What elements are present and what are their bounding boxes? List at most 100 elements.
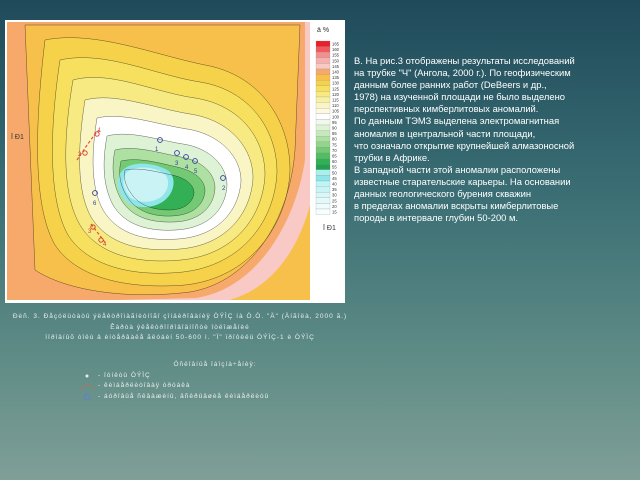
scale-swatch — [315, 130, 331, 137]
scale-swatch — [315, 180, 331, 187]
scale-tick-label: 95 — [332, 120, 337, 125]
legend-label: - êèìáåðëèòîâàÿ òðóáêà — [98, 382, 191, 389]
scale-tick-label: 135 — [332, 75, 340, 80]
description-line: на трубке "Ч" (Ангола, 2000 г.). По геоф… — [354, 67, 571, 79]
scale-swatch — [315, 147, 331, 154]
description-line: аномалия в центральной части площади, — [354, 127, 536, 139]
description-line: 1978) на изученной площади не было выдел… — [354, 91, 565, 103]
scale-tick-label: 35 — [332, 187, 337, 192]
scale-unit-label: ä % — [317, 27, 329, 34]
scale-tick-label: 15 — [332, 210, 337, 215]
description-line: перспективных кимберлитовых аномалий. — [354, 103, 539, 115]
scale-tick-label: 30 — [332, 193, 337, 198]
slide: 1 3 4 5 2 6 1 2 3 4 165 160 155 150 145 140 13… — [0, 0, 640, 480]
scale-swatch — [315, 141, 331, 148]
description-line: известные старательские карьеры. На осно… — [354, 175, 571, 187]
scale-tick-label: 160 — [332, 47, 340, 52]
description-line: трубки в Африке. — [354, 151, 430, 163]
scale-swatch — [315, 192, 331, 198]
scale-tick-label: 50 — [332, 170, 337, 175]
scale-tick-label: 150 — [332, 58, 340, 63]
scale-swatch — [315, 63, 331, 70]
scale-swatch — [315, 197, 331, 204]
scale-swatch — [315, 119, 331, 126]
scale-tick-label: 120 — [332, 92, 340, 97]
dot-icon — [85, 374, 89, 377]
scale-tick-label: 65 — [332, 154, 337, 159]
scale-tick-label: 165 — [332, 42, 340, 47]
scale-swatch — [315, 158, 331, 165]
scale-swatch — [315, 186, 331, 193]
scale-tick-label: 155 — [332, 53, 340, 58]
caption-line: ïîðîäíûõ òîëù â èíòåðâàëå ãëóáèí 50-600 … — [45, 334, 315, 341]
profile-label-left: Ï Ð1 — [11, 134, 24, 141]
scale-swatch — [315, 108, 331, 114]
scale-swatch — [315, 113, 331, 120]
scale-tick-label: 90 — [332, 126, 337, 131]
scale-swatch — [315, 85, 331, 92]
scale-tick-label: 60 — [332, 159, 337, 164]
scale-swatch — [315, 52, 331, 58]
description-line: в пределах аномалии вскрыты кимберлитовы… — [354, 200, 559, 212]
scale-swatch — [315, 175, 331, 182]
scale-swatch — [315, 102, 331, 109]
scale-tick-label: 140 — [332, 70, 340, 75]
scale-swatch — [315, 68, 331, 75]
scale-tick-label: 70 — [332, 148, 337, 153]
scale-swatch — [315, 164, 331, 170]
scale-tick-label: 110 — [332, 103, 339, 108]
scale-tick-label: 115 — [332, 98, 339, 103]
description-line: данным более ранних работ (DeBeers и др.… — [354, 79, 547, 91]
scale-swatch — [315, 80, 331, 86]
circle-icon — [83, 393, 91, 400]
legend-item-points: - ïóíêòû ÒÝÌÇ — [80, 371, 350, 382]
scale-tick-label: 145 — [332, 64, 340, 69]
legend-heading: Óñëîâíûå îáîçíà÷åíèÿ: — [173, 361, 257, 368]
scale-swatch — [315, 169, 331, 176]
scale-tick-label: 105 — [332, 109, 340, 114]
scale-swatch — [315, 203, 331, 210]
legend-item-pipe: - êèìáåðëèòîâàÿ òðóáêà — [80, 381, 350, 392]
description-line: данных геологического бурения скважин — [354, 188, 532, 200]
scale-swatch — [315, 57, 331, 64]
scale-swatch — [315, 96, 331, 103]
dashed-outline-icon — [80, 384, 94, 390]
description-line: По данным ТЭМЗ выделена электромагнитная — [354, 115, 560, 127]
scale-tick-label: 45 — [332, 176, 337, 181]
scale-tick-label: 40 — [332, 182, 337, 187]
caption-line: Ðèñ. 3. Ðåçóëüòàòû ýëåêòðîìàãíèòíîãî çîí… — [12, 313, 348, 320]
contour-map-graphic: 1 3 4 5 2 6 1 2 3 4 16516015515014514013… — [7, 22, 340, 300]
scale-tick-label: 25 — [332, 198, 337, 203]
scale-tick-label: 85 — [332, 131, 337, 136]
scale-swatch — [315, 208, 331, 215]
scale-swatch — [315, 74, 331, 81]
scale-swatch — [315, 91, 331, 98]
legend-label: - ïóíêòû ÒÝÌÇ — [98, 371, 151, 379]
scale-tick-label: 20 — [332, 204, 337, 209]
figure-caption: Ðèñ. 3. Ðåçóëüòàòû ýëåêòðîìàãíèòíîãî çîí… — [10, 312, 350, 344]
scale-swatch — [315, 40, 331, 47]
scale-swatch — [315, 124, 331, 131]
description-line: В западной части этой аномалии расположе… — [354, 163, 561, 175]
legend-item-wells: - áóðîâûå ñêâàæèíû, âñêðûâøèå êèìáåðëèòû — [80, 392, 350, 403]
legend-label: - áóðîâûå ñêâàæèíû, âñêðûâøèå êèìáåðëèòû — [98, 392, 270, 400]
scale-swatch — [315, 136, 331, 142]
caption-line: Êàðòà ýëåêòðîïðîâîäíîñòè îòëîæåíèé — [110, 323, 250, 331]
map-legend: Óñëîâíûå îáîçíà÷åíèÿ: - ïóíêòû ÒÝÌÇ - êè… — [80, 360, 350, 402]
anomaly-map: 1 3 4 5 2 6 1 2 3 4 165 160 155 150 145 140 13… — [5, 20, 345, 303]
scale-tick-label: 130 — [332, 81, 340, 86]
scale-tick-label: 80 — [332, 137, 337, 142]
description-text: В. На рис.3 отображены результаты исслед… — [354, 55, 636, 224]
scale-tick-label: 125 — [332, 86, 340, 91]
scale-tick-label: 75 — [332, 142, 337, 147]
scale-tick-label: 100 — [332, 114, 340, 119]
description-line: что означало открытие крупнейшей алмазон… — [354, 139, 575, 151]
scale-tick-label: 55 — [332, 165, 337, 170]
description-line: В. На рис.3 отображены результаты исслед… — [354, 55, 575, 66]
scale-swatch — [315, 152, 331, 159]
scale-swatch — [315, 46, 331, 53]
profile-label-right: Ï Ð1 — [323, 225, 336, 232]
contour-field — [7, 22, 310, 300]
color-scale-bar: 1651601551501451401351301251201151101051… — [315, 40, 340, 215]
description-line: породы в интервале глубин 50-200 м. — [354, 212, 519, 224]
